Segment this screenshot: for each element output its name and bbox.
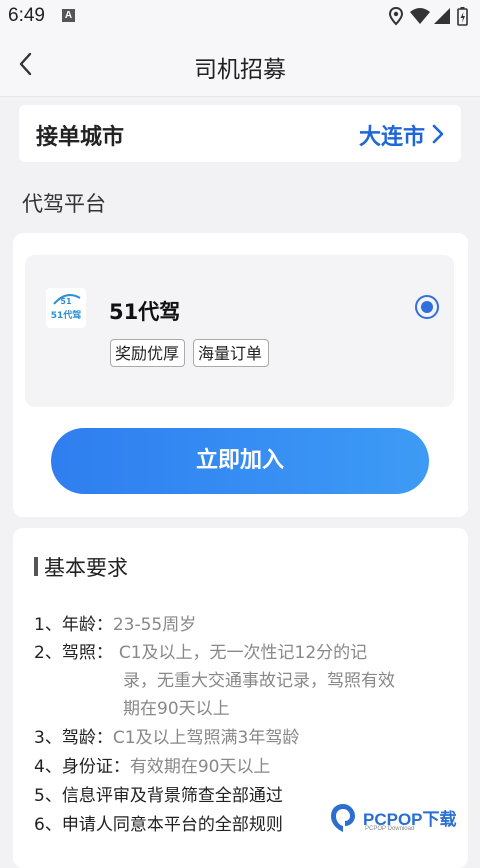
requirement-label: 4、身份证： — [34, 757, 130, 777]
requirement-value: 有效期在90天以上 — [129, 757, 271, 777]
radio-selected-dot — [421, 301, 433, 313]
requirement-value-continued: 录，无重大交通事故记录，驾照有效 — [123, 671, 395, 691]
requirement-value: C1及以上驾照满3年驾龄 — [112, 728, 300, 748]
city-value[interactable]: 大连市 — [359, 119, 425, 151]
join-now-button[interactable]: 立即加入 — [51, 428, 429, 494]
requirement-label: 1、年龄： — [34, 615, 113, 635]
requirement-item: 4、身份证：有效期在90天以上 — [34, 752, 270, 777]
requirement-item: 6、申请人同意本平台的全部规则 — [34, 810, 283, 835]
chevron-right-icon[interactable] — [432, 124, 444, 144]
platform-name: 51代驾 — [109, 300, 181, 324]
section-title-platforms: 代驾平台 — [22, 192, 106, 216]
svg-text:51代驾: 51代驾 — [51, 309, 82, 321]
city-selector[interactable]: 接单城市 大连市 — [19, 105, 461, 162]
location-icon — [388, 6, 404, 26]
watermark-subtext: PCPOP Download — [365, 826, 415, 832]
platform-item[interactable]: 51 51代驾 51代驾 奖励优厚 海量订单 — [25, 255, 454, 407]
platform-radio-button[interactable] — [415, 295, 439, 319]
requirement-item: 5、信息评审及背景筛查全部通过 — [34, 781, 283, 806]
requirement-value-continued: 期在90天以上 — [123, 699, 230, 719]
requirement-value: C1及以上，无一次性记12分的记 — [118, 643, 368, 663]
section-accent-bar — [34, 557, 38, 576]
requirements-title: 基本要求 — [44, 556, 128, 580]
app-notification-icon: A — [62, 9, 75, 22]
platform-card: 51 51代驾 51代驾 奖励优厚 海量订单 立即加入 — [13, 233, 468, 517]
wifi-icon — [410, 8, 430, 24]
watermark: PCPOP下载 PCPOP Download — [323, 800, 475, 840]
signal-icon — [434, 8, 450, 24]
page-title: 司机招募 — [194, 57, 286, 83]
requirement-label: 3、驾龄： — [34, 728, 113, 748]
system-status-icons — [388, 6, 468, 26]
platform-logo: 51 51代驾 — [46, 288, 86, 328]
battery-icon — [457, 7, 468, 26]
requirement-item: 3、驾龄：C1及以上驾照满3年驾龄 — [34, 723, 299, 748]
status-bar: 6:49 A — [0, 0, 480, 32]
platform-tag: 海量订单 — [193, 339, 269, 367]
requirement-label: 5、信息评审及背景筛查全部通过 — [34, 786, 283, 806]
svg-text:51: 51 — [60, 297, 72, 306]
status-time: 6:49 — [8, 5, 45, 26]
requirement-item: 2、驾照： C1及以上，无一次性记12分的记 — [34, 638, 367, 663]
requirement-label: 2、驾照： — [34, 643, 113, 663]
platform-tag: 奖励优厚 — [110, 339, 185, 367]
requirement-label: 6、申请人同意本平台的全部规则 — [34, 815, 283, 835]
requirement-item: 1、年龄：23-55周岁 — [34, 610, 196, 635]
top-nav-bar: 司机招募 — [0, 32, 480, 97]
requirement-value: 23-55周岁 — [112, 615, 197, 635]
city-label: 接单城市 — [36, 125, 125, 150]
pcpop-logo-icon — [331, 804, 355, 832]
